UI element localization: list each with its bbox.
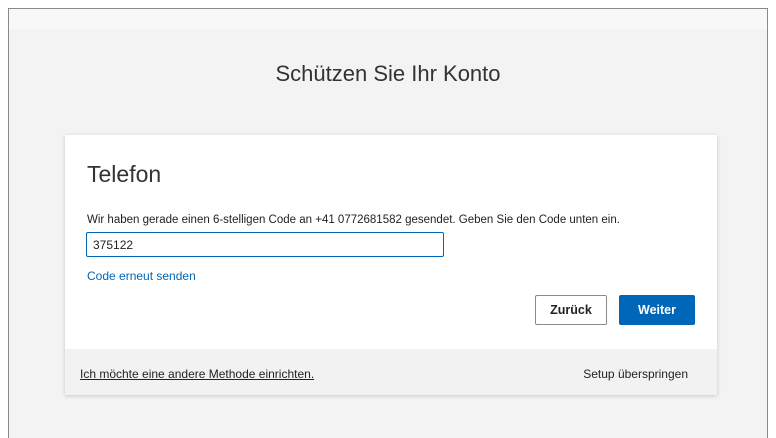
verification-card: Telefon Wir haben gerade einen 6-stellig… — [65, 135, 717, 395]
back-button[interactable]: Zurück — [535, 295, 607, 325]
card-heading: Telefon — [87, 161, 162, 187]
instruction-text: Wir haben gerade einen 6-stelligen Code … — [87, 214, 620, 226]
page-title: Schützen Sie Ihr Konto — [275, 61, 501, 86]
other-method-link[interactable]: Ich möchte eine andere Methode einrichte… — [80, 367, 314, 381]
verification-code-input[interactable] — [86, 232, 444, 257]
skip-setup-link[interactable]: Setup überspringen — [583, 367, 688, 381]
card-footer: Ich möchte eine andere Methode einrichte… — [65, 349, 717, 395]
top-strip — [9, 9, 767, 29]
next-button[interactable]: Weiter — [619, 295, 695, 325]
resend-code-link[interactable]: Code erneut senden — [87, 269, 196, 283]
card-body: Telefon Wir haben gerade einen 6-stellig… — [65, 135, 717, 349]
window-frame: Schützen Sie Ihr Konto Telefon Wir haben… — [8, 8, 768, 438]
